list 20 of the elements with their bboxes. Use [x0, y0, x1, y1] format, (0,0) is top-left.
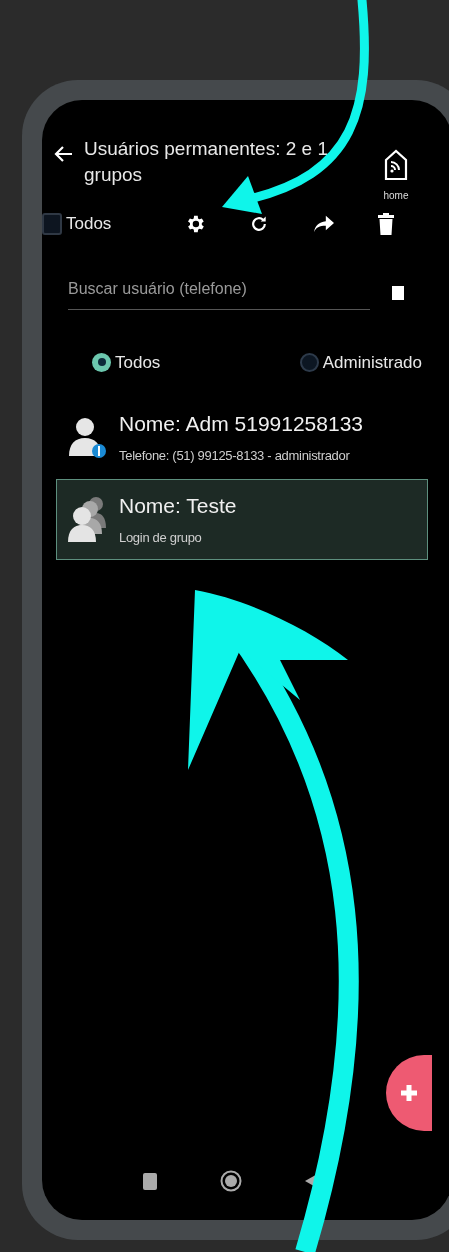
user-detail: Telefone: (51) 99125-8133 - administrador — [119, 447, 351, 465]
user-list-item[interactable]: Nome: Adm 51991258133 Telefone: (51) 99125-8133 - administrador — [56, 397, 428, 479]
user-list-item[interactable]: Nome: Teste Login de grupo — [56, 478, 428, 560]
user-admin-icon — [67, 415, 109, 460]
user-name: Nome: Teste — [119, 492, 237, 519]
search-field[interactable]: Buscar usuário (telefone) — [68, 276, 370, 310]
filter-radio[interactable]: Todos — [92, 349, 161, 375]
user-name: Nome: Adm 51991258133 — [119, 411, 363, 437]
filter-radio[interactable]: Administrado — [299, 349, 422, 375]
screen-title: Usuários permanentes: 2 e 1 grupos — [84, 137, 329, 187]
recents-nav-icon[interactable] — [143, 1172, 158, 1190]
share-icon[interactable] — [312, 213, 335, 234]
home-icon — [383, 148, 409, 182]
back-button[interactable] — [54, 144, 74, 164]
delete-icon[interactable] — [378, 212, 395, 235]
select-all-checkbox[interactable]: Todos — [42, 211, 162, 237]
plus-icon — [400, 1084, 418, 1102]
home-nav-icon[interactable] — [220, 1170, 242, 1192]
home-button[interactable]: home — [378, 148, 414, 203]
user-detail: Login de grupo — [119, 528, 203, 547]
